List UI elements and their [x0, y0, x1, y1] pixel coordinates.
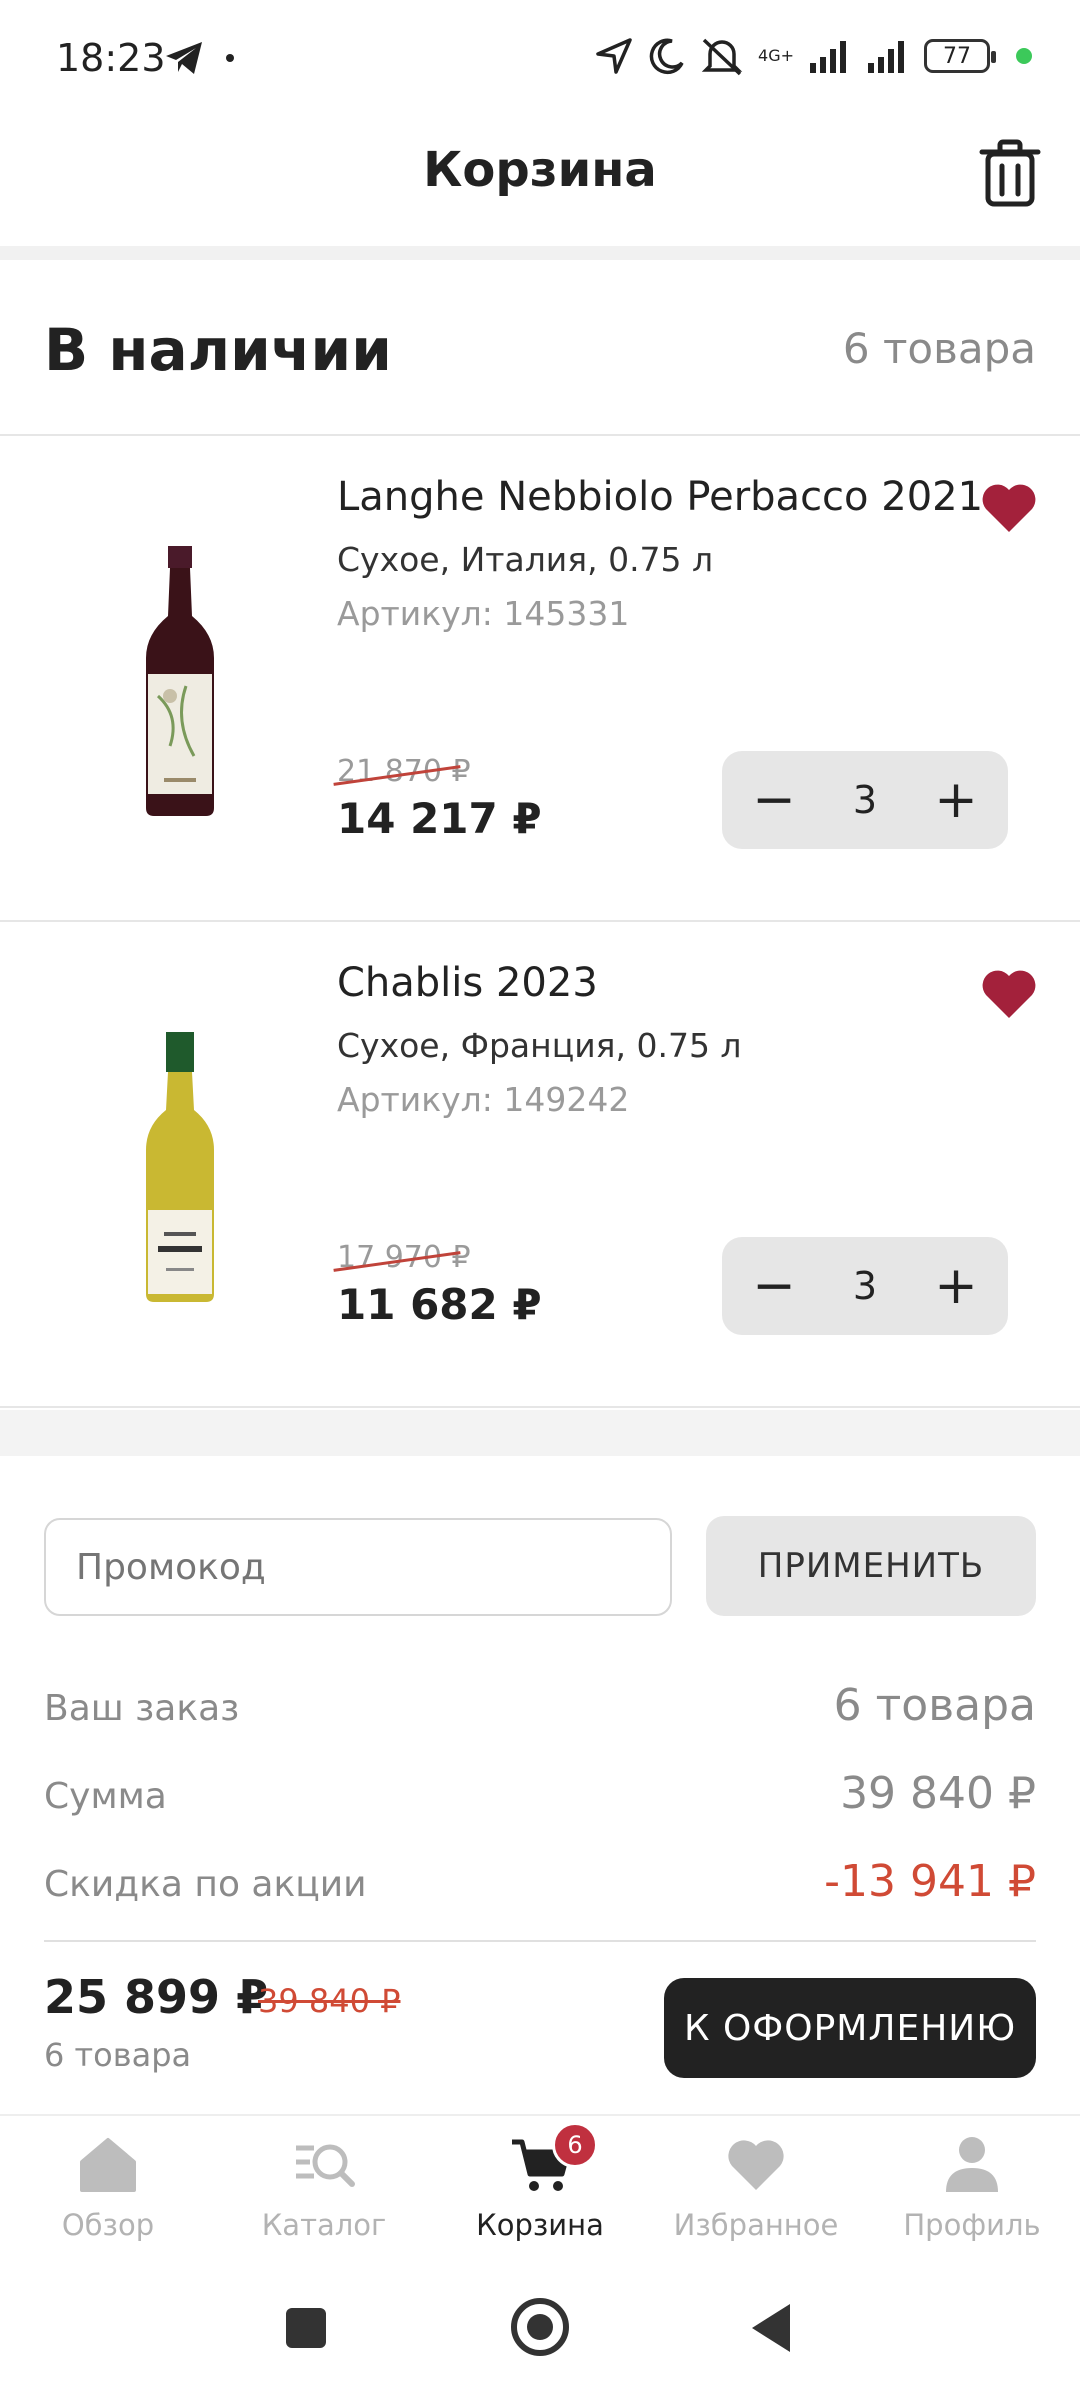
muted-icon — [701, 38, 743, 76]
nav-item-cart[interactable]: 6 Корзина — [432, 2116, 648, 2264]
nav-item-favorites[interactable]: Избранное — [648, 2116, 864, 2264]
wine-bottle-image-white[interactable] — [140, 1032, 220, 1302]
clear-cart-button[interactable] — [978, 138, 1042, 208]
cart-count-badge: 6 — [552, 2122, 598, 2168]
heart-filled-icon — [982, 970, 1036, 1018]
item-sku: Артикул: 149242 — [337, 1080, 630, 1119]
notification-dot-icon — [226, 54, 234, 62]
summary-discount-value: -13 941 ₽ — [824, 1856, 1036, 1907]
catalog-search-icon — [296, 2144, 355, 2187]
cart-item[interactable]: Chablis 2023 Сухое, Франция, 0.75 л Арти… — [0, 922, 1080, 1408]
summary-sum-value: 39 840 ₽ — [840, 1768, 1036, 1819]
telegram-icon — [166, 42, 202, 74]
summary-sum-row: Сумма 39 840 ₽ — [44, 1768, 1036, 1819]
nav-item-catalog[interactable]: Каталог — [216, 2116, 432, 2264]
status-time: 18:23 — [56, 36, 166, 80]
nav-label: Профиль — [903, 2208, 1041, 2242]
decrease-quantity-button[interactable]: − — [748, 774, 800, 826]
page-title: Корзина — [423, 142, 657, 198]
summary-divider — [44, 1940, 1036, 1942]
summary-sum-label: Сумма — [44, 1776, 167, 1817]
nav-label: Каталог — [261, 2208, 387, 2242]
summary-order-row: Ваш заказ 6 товара — [44, 1680, 1036, 1731]
wine-bottle-image-red[interactable] — [140, 546, 220, 816]
heart-icon — [728, 2140, 784, 2190]
location-icon — [596, 38, 632, 74]
quantity-stepper: − 3 + — [722, 1237, 1008, 1335]
nav-item-overview[interactable]: Обзор — [0, 2116, 216, 2264]
item-old-price: 21 870 ₽ — [333, 754, 471, 789]
signal-icon — [810, 41, 846, 73]
signal-icon-2 — [868, 41, 904, 73]
app-header: Корзина — [0, 120, 1080, 246]
apply-promo-button[interactable]: ПРИМЕНИТЬ — [706, 1516, 1036, 1616]
bottom-navigation: Обзор Каталог 6 Корзина Избранное Профил… — [0, 2114, 1080, 2264]
moon-icon — [649, 38, 684, 75]
home-icon — [80, 2138, 136, 2192]
quantity-value: 3 — [852, 778, 878, 822]
home-button[interactable] — [511, 2298, 569, 2356]
nav-item-profile[interactable]: Профиль — [864, 2116, 1080, 2264]
section-divider — [0, 1410, 1080, 1456]
item-price: 11 682 ₽ — [337, 1280, 542, 1329]
favorite-button[interactable] — [980, 966, 1038, 1020]
nav-label: Обзор — [61, 2208, 155, 2242]
total-price: 25 899 ₽ — [44, 1970, 269, 2024]
nav-label: Корзина — [476, 2208, 604, 2242]
item-description: Сухое, Франция, 0.75 л — [337, 1026, 742, 1065]
quantity-value: 3 — [852, 1264, 878, 1308]
section-count: 6 товара — [842, 324, 1036, 373]
back-button[interactable] — [752, 2304, 790, 2352]
summary-discount-row: Скидка по акции -13 941 ₽ — [44, 1856, 1036, 1907]
summary-discount-label: Скидка по акции — [44, 1864, 367, 1905]
promo-code-input[interactable] — [44, 1518, 672, 1616]
decrease-quantity-button[interactable]: − — [748, 1260, 800, 1312]
profile-icon — [946, 2137, 998, 2192]
item-old-price: 17 970 ₽ — [333, 1240, 471, 1275]
item-name[interactable]: Chablis 2023 — [337, 960, 598, 1006]
favorite-button[interactable] — [980, 480, 1038, 534]
item-name[interactable]: Langhe Nebbiolo Perbacco 2021 — [337, 474, 983, 520]
checkout-button[interactable]: К ОФОРМЛЕНИЮ — [664, 1978, 1036, 2078]
battery-level: 77 — [943, 43, 971, 69]
increase-quantity-button[interactable]: + — [930, 774, 982, 826]
recent-apps-button[interactable] — [286, 2308, 326, 2348]
cart-item[interactable]: Langhe Nebbiolo Perbacco 2021 Сухое, Ита… — [0, 436, 1080, 922]
total-old-price: 39 840 ₽ — [258, 1982, 401, 2020]
battery-icon: 77 — [924, 39, 996, 73]
network-type: 4G+ — [758, 46, 794, 65]
item-price: 14 217 ₽ — [337, 794, 542, 843]
privacy-dot-icon — [1016, 48, 1032, 64]
summary-order-value: 6 товара — [833, 1680, 1036, 1731]
trash-icon — [979, 139, 1041, 207]
nav-label: Избранное — [673, 2208, 839, 2242]
in-stock-section-header: В наличии 6 товара — [0, 260, 1080, 436]
summary-order-label: Ваш заказ — [44, 1688, 240, 1729]
status-bar: 18:23 4G+ 77 — [0, 0, 1080, 120]
total-count: 6 товара — [44, 2036, 192, 2074]
section-title: В наличии — [44, 316, 392, 384]
item-description: Сухое, Италия, 0.75 л — [337, 540, 714, 579]
system-navigation-bar — [0, 2264, 1080, 2400]
quantity-stepper: − 3 + — [722, 751, 1008, 849]
header-divider — [0, 246, 1080, 260]
increase-quantity-button[interactable]: + — [930, 1260, 982, 1312]
item-sku: Артикул: 145331 — [337, 594, 630, 633]
heart-filled-icon — [982, 484, 1036, 532]
